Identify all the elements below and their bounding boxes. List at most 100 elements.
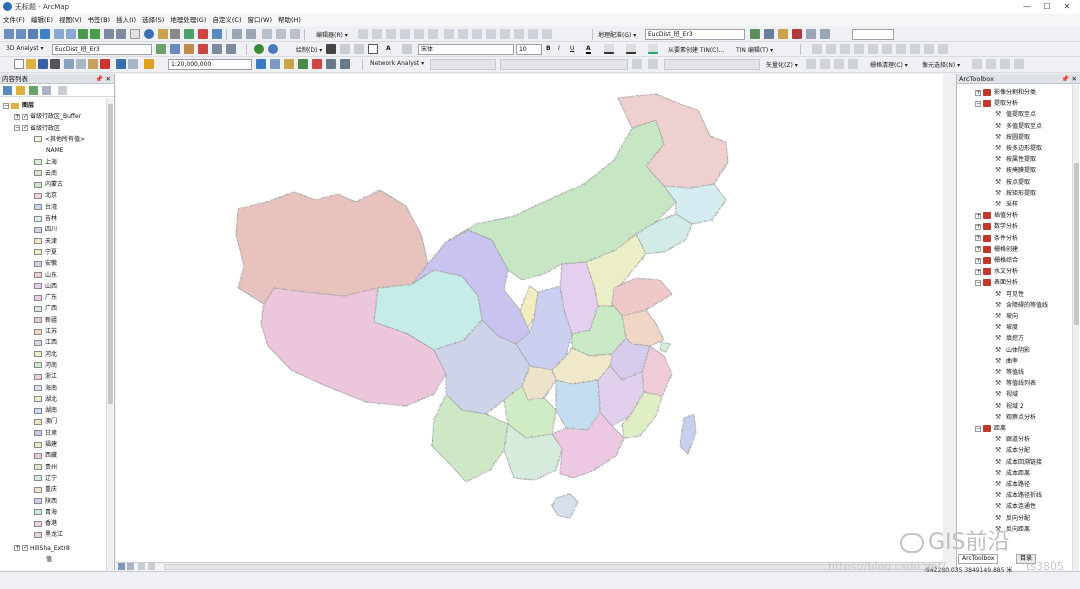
swipe-icon[interactable] <box>246 29 256 39</box>
tin-tool-1-icon[interactable] <box>812 44 822 54</box>
expand-icon[interactable]: + <box>975 235 981 242</box>
toc-close-icon[interactable]: 📌 ✕ <box>95 74 111 84</box>
expand-icon[interactable]: + <box>14 113 20 120</box>
tool-item[interactable]: ⚒ 可见性 <box>995 289 1024 300</box>
point-tool-icon[interactable] <box>428 29 438 39</box>
font-name-select[interactable]: 宋体 <box>418 44 514 55</box>
view-link-table-icon[interactable] <box>806 29 816 39</box>
tin-tool-9-icon[interactable] <box>924 44 934 54</box>
create-features-icon[interactable] <box>542 29 552 39</box>
cell-tool-2-icon[interactable] <box>986 59 996 69</box>
underline-button[interactable]: U <box>570 45 574 52</box>
arcscene-icon[interactable] <box>254 44 264 54</box>
modelbuilder-icon[interactable] <box>340 59 350 69</box>
trace-icon[interactable] <box>414 29 424 39</box>
tool-item[interactable]: ⚒ 按属性提取 <box>995 154 1036 165</box>
split-icon[interactable] <box>486 29 496 39</box>
callout-icon[interactable] <box>402 44 412 54</box>
tool-item[interactable]: ⚒ 视域 <box>995 389 1018 400</box>
refresh-icon[interactable] <box>138 563 145 570</box>
pan-icon[interactable] <box>28 29 38 39</box>
paste-icon[interactable] <box>88 59 98 69</box>
tool-item[interactable]: ⚒ 按点提取 <box>995 177 1030 188</box>
profile-graph-icon[interactable] <box>198 44 208 54</box>
layer-visibility-checkbox[interactable]: ✓ <box>22 125 28 132</box>
map-view[interactable] <box>116 74 943 563</box>
redo-icon[interactable] <box>128 59 138 69</box>
collapse-icon[interactable]: − <box>975 279 981 286</box>
tin-tool-3-icon[interactable] <box>840 44 850 54</box>
tool-item[interactable]: ⚒ 坡向 <box>995 311 1018 322</box>
toolset-item[interactable]: + 水文分析 <box>975 266 1018 277</box>
edit-annotation-icon[interactable] <box>372 29 382 39</box>
close-button[interactable]: ✕ <box>1060 1 1074 13</box>
cell-selection-menu[interactable]: 像元选择(N) ▾ <box>922 60 960 69</box>
undo-icon[interactable] <box>116 59 126 69</box>
toolset-item[interactable]: − 提取分析 <box>975 98 1018 109</box>
tool-item[interactable]: ⚒ 山体阴影 <box>995 345 1030 356</box>
tin-tool-7-icon[interactable] <box>896 44 906 54</box>
layer-visibility-checkbox[interactable]: ✓ <box>22 545 28 552</box>
toc-scroll-thumb[interactable] <box>108 104 113 404</box>
toolset-item[interactable]: − 距离 <box>975 423 1006 434</box>
expand-icon[interactable]: + <box>975 223 981 230</box>
tool-item[interactable]: ⚒ 按矩形提取 <box>995 188 1036 199</box>
open-icon[interactable] <box>26 59 36 69</box>
tool-item[interactable]: ⚒ 成本回溯链接 <box>995 457 1042 468</box>
menu-geoprocessing[interactable]: 地理处理(G) <box>167 14 209 26</box>
add-data-icon[interactable] <box>144 59 154 69</box>
tool-item[interactable]: ⚒ 成本路径折线 <box>995 490 1042 501</box>
layer-item-hillshade[interactable]: + ✓ HillSha_Extr8 <box>14 543 70 554</box>
arctoolbox-close-icon[interactable]: 📌 ✕ <box>1061 74 1077 84</box>
layer-item[interactable]: + ✓ 省级行政区_Buffer <box>14 111 81 122</box>
rectangle-icon[interactable] <box>368 44 378 54</box>
zoom-in-icon[interactable] <box>4 29 14 39</box>
tool-item[interactable]: ⚒ 等值线 <box>995 367 1024 378</box>
marker-color-icon[interactable] <box>648 44 658 54</box>
expand-icon[interactable]: + <box>975 268 981 275</box>
steepest-path-icon[interactable] <box>170 44 180 54</box>
editor-toolbar-icon[interactable] <box>256 59 266 69</box>
list-by-selection-icon[interactable] <box>42 86 51 95</box>
tool-item[interactable]: ⚒ 曲率 <box>995 356 1018 367</box>
line-color-icon[interactable] <box>626 44 636 54</box>
tool-item[interactable]: ⚒ 按圆提取 <box>995 132 1030 143</box>
vectorize-tool-1-icon[interactable] <box>806 59 816 69</box>
shift-icon[interactable] <box>764 29 774 39</box>
python-window-icon[interactable] <box>326 59 336 69</box>
zoom-100-icon[interactable] <box>290 29 300 39</box>
drawing-menu[interactable]: 绘制(D) ▾ <box>296 45 322 54</box>
maximize-button[interactable]: ☐ <box>1040 1 1054 13</box>
menu-file[interactable]: 文件(F) <box>0 14 28 26</box>
map-horizontal-scrollbar[interactable] <box>164 564 936 570</box>
add-control-points-icon[interactable] <box>792 29 802 39</box>
table-of-contents-icon[interactable] <box>270 59 280 69</box>
layout-icon[interactable] <box>262 29 272 39</box>
toolbox-scrollbar[interactable] <box>1072 85 1079 570</box>
collapse-icon[interactable]: − <box>975 425 981 432</box>
expand-icon[interactable]: − <box>14 125 20 132</box>
tool-item[interactable]: ⚒ 观察点分析 <box>995 412 1036 423</box>
expand-icon[interactable]: + <box>975 212 981 219</box>
menu-view[interactable]: 视图(V) <box>56 14 85 26</box>
zoom-whole-page-icon[interactable] <box>276 29 286 39</box>
tool-item[interactable]: ⚒ 坡度 <box>995 322 1018 333</box>
toolset-item[interactable]: − 表面分析 <box>975 277 1018 288</box>
tin-editing-menu[interactable]: TIN 编辑(T) ▾ <box>736 45 773 54</box>
toolset-item[interactable]: + 影像分割和分类 <box>975 87 1036 98</box>
cell-tool-1-icon[interactable] <box>972 59 982 69</box>
tin-tool-10-icon[interactable] <box>938 44 948 54</box>
straight-segment-icon[interactable] <box>386 29 396 39</box>
find-icon[interactable] <box>158 29 168 39</box>
georeferencing-menu[interactable]: 地理配准(G) ▾ <box>598 30 636 39</box>
attributes-icon[interactable] <box>514 29 524 39</box>
map-scale-select[interactable]: 1:20,000,000 <box>168 59 252 70</box>
new-text-icon[interactable]: A <box>386 45 391 52</box>
pause-drawing-icon[interactable] <box>148 563 155 570</box>
vectorization-menu[interactable]: 矢量化(Z) ▾ <box>766 60 798 69</box>
fixed-zoom-out-icon[interactable] <box>66 29 76 39</box>
menu-help[interactable]: 帮助(H) <box>275 14 304 26</box>
toolset-item[interactable]: + 插值分析 <box>975 210 1018 221</box>
cell-tool-4-icon[interactable] <box>1014 59 1024 69</box>
viewer-icon[interactable] <box>820 29 830 39</box>
